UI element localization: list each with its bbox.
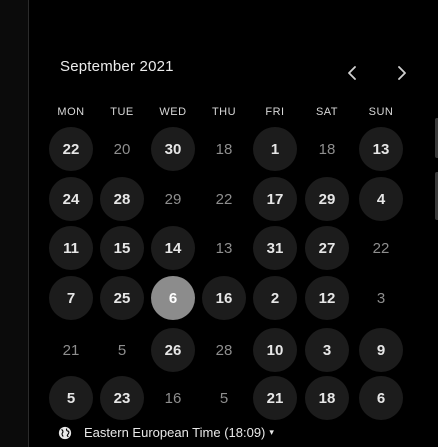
day-cell: 5: [219, 389, 229, 407]
day-cell[interactable]: 7: [49, 276, 93, 320]
day-cell[interactable]: 6: [359, 376, 403, 420]
day-cell[interactable]: 27: [305, 226, 349, 270]
day-cell[interactable]: 12: [305, 276, 349, 320]
day-cell[interactable]: 3: [305, 328, 349, 372]
day-cell[interactable]: 29: [305, 177, 349, 221]
day-cell: 22: [215, 190, 233, 208]
day-cell[interactable]: 16: [202, 276, 246, 320]
day-cell: 22: [372, 239, 390, 257]
selected-day-cell[interactable]: 6: [151, 276, 195, 320]
caret-down-icon: ▾: [269, 427, 274, 437]
weekday-label-tue: TUE: [110, 106, 134, 118]
chevron-left-icon: [348, 66, 356, 80]
day-cell: 5: [117, 341, 127, 359]
day-cell: 28: [215, 341, 233, 359]
next-month-button[interactable]: [392, 62, 412, 84]
day-cell[interactable]: 11: [49, 226, 93, 270]
day-cell[interactable]: 23: [100, 376, 144, 420]
day-cell: 21: [62, 341, 80, 359]
day-cell[interactable]: 15: [100, 226, 144, 270]
month-title: September 2021: [60, 58, 174, 75]
weekday-label-sat: SAT: [315, 106, 339, 118]
day-cell: 3: [376, 289, 386, 307]
weekday-label-fri: FRI: [265, 106, 285, 118]
day-cell: 18: [215, 140, 233, 158]
timezone-selector[interactable]: Eastern European Time (18:09) ▾: [58, 425, 274, 440]
day-cell[interactable]: 2: [253, 276, 297, 320]
day-cell: 16: [164, 389, 182, 407]
day-cell[interactable]: 14: [151, 226, 195, 270]
weekday-label-thu: THU: [211, 106, 237, 118]
day-cell[interactable]: 31: [253, 226, 297, 270]
day-cell[interactable]: 22: [49, 127, 93, 171]
day-cell[interactable]: 28: [100, 177, 144, 221]
day-cell[interactable]: 21: [253, 376, 297, 420]
timezone-label: Eastern European Time (18:09): [84, 425, 266, 440]
day-cell[interactable]: 4: [359, 177, 403, 221]
day-cell[interactable]: 25: [100, 276, 144, 320]
previous-month-button[interactable]: [342, 62, 362, 84]
day-cell[interactable]: 13: [359, 127, 403, 171]
day-cell: 18: [318, 140, 336, 158]
day-cell[interactable]: 30: [151, 127, 195, 171]
day-cell[interactable]: 17: [253, 177, 297, 221]
weekday-label-mon: MON: [57, 106, 85, 118]
weekday-label-sun: SUN: [368, 106, 394, 118]
weekday-label-wed: WED: [159, 106, 187, 118]
chevron-right-icon: [398, 66, 406, 80]
day-cell[interactable]: 10: [253, 328, 297, 372]
day-cell[interactable]: 18: [305, 376, 349, 420]
globe-icon: [58, 426, 72, 439]
day-cell: 29: [164, 190, 182, 208]
day-cell[interactable]: 9: [359, 328, 403, 372]
left-panel-edge: [0, 0, 29, 447]
day-cell[interactable]: 1: [253, 127, 297, 171]
day-cell[interactable]: 26: [151, 328, 195, 372]
day-cell: 13: [215, 239, 233, 257]
day-cell[interactable]: 24: [49, 177, 93, 221]
day-cell[interactable]: 5: [49, 376, 93, 420]
day-cell: 20: [113, 140, 131, 158]
